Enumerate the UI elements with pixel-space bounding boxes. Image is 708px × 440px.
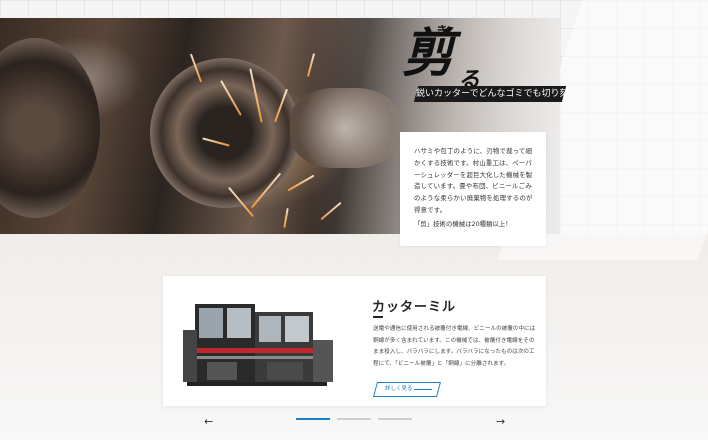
carousel-indicators	[296, 418, 412, 420]
details-button[interactable]: 詳しく見る	[372, 382, 442, 397]
long-arrow-icon	[414, 389, 432, 390]
product-card: カッターミル 送電や通信に使用される被覆付き電線、ビニールの被覆の中には銅線が多…	[163, 276, 546, 406]
section-title: き 剪 る	[400, 22, 490, 93]
title-underline	[373, 316, 383, 318]
carousel-dot-3[interactable]	[378, 418, 412, 420]
machine-part	[150, 58, 300, 208]
description-note: 「剪」技術の機械は20種類以上！	[414, 220, 512, 228]
machine-part	[290, 88, 400, 168]
description-text: ハサミや包丁のように、刃物で裁って細かくする技術です。村山重工は、ペーパーシュレ…	[414, 147, 533, 214]
carousel-dot-1[interactable]	[296, 418, 330, 420]
carousel-prev-button[interactable]: ←	[204, 416, 213, 427]
description-card: ハサミや包丁のように、刃物で裁って細かくする技術です。村山重工は、ペーパーシュレ…	[400, 132, 546, 246]
tagline-banner: 鋭いカッターでどんなゴミでも切り刻む	[413, 86, 578, 102]
carousel-dot-2[interactable]	[337, 418, 371, 420]
product-description: 送電や通信に使用される被覆付き電線、ビニールの被覆の中には銅線が多く含まれていま…	[373, 326, 536, 367]
title-kanji: 剪	[402, 24, 454, 84]
arrow-right-icon: →	[496, 415, 506, 428]
page: き 剪 る 鋭いカッターでどんなゴミでも切り刻む ハサミや包丁のように、刃物で裁…	[0, 0, 708, 440]
product-image	[177, 290, 337, 394]
tagline-text: 鋭いカッターでどんなゴミでも切り刻む	[416, 89, 578, 99]
machine-part	[0, 38, 100, 218]
arrow-left-icon: ←	[204, 415, 214, 428]
product-name: カッターミル	[372, 300, 457, 315]
carousel-next-button[interactable]: →	[496, 416, 505, 427]
